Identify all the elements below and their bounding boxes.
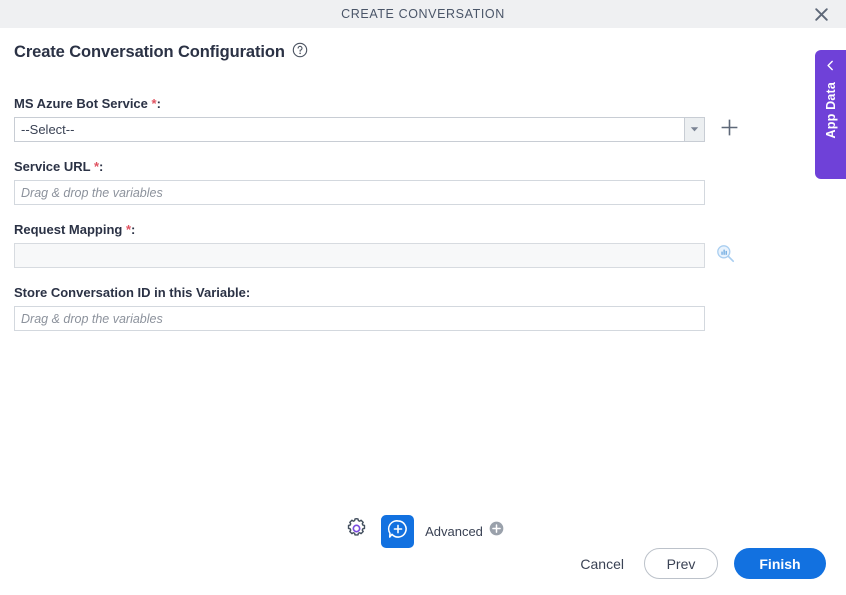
app-data-tab-label: App Data xyxy=(823,82,838,139)
page-title: Create Conversation Configuration xyxy=(14,43,285,61)
field-store-conversation-id: Store Conversation ID in this Variable: xyxy=(14,285,774,331)
label-text: Store Conversation ID in this Variable xyxy=(14,285,246,300)
label-store-conversation-id: Store Conversation ID in this Variable: xyxy=(14,285,774,300)
service-url-input[interactable] xyxy=(14,180,705,205)
label-colon: : xyxy=(245,285,251,300)
row-store-conversation-id xyxy=(14,306,774,331)
chevron-left-icon xyxy=(825,58,836,76)
help-circle-icon[interactable] xyxy=(292,42,308,63)
prev-button[interactable]: Prev xyxy=(644,548,718,579)
label-colon: : xyxy=(99,159,104,174)
close-icon xyxy=(814,7,829,22)
label-request-mapping: Request Mapping *: xyxy=(14,222,774,237)
dialog-footer: Cancel Prev Finish xyxy=(0,532,846,595)
request-mapping-input[interactable] xyxy=(14,243,705,268)
label-text: Request Mapping xyxy=(14,222,123,237)
store-conversation-id-input[interactable] xyxy=(14,306,705,331)
label-text: Service URL xyxy=(14,159,91,174)
plus-icon xyxy=(720,118,739,142)
select-value: --Select-- xyxy=(21,122,75,137)
row-ms-azure-bot-service: --Select-- xyxy=(14,117,774,142)
search-data-icon xyxy=(716,244,735,268)
dialog-titlebar: CREATE CONVERSATION xyxy=(0,0,846,28)
label-colon: : xyxy=(156,96,161,111)
close-button[interactable] xyxy=(804,0,838,28)
row-request-mapping xyxy=(14,243,774,268)
row-service-url xyxy=(14,180,774,205)
finish-button[interactable]: Finish xyxy=(734,548,826,579)
label-ms-azure-bot-service: MS Azure Bot Service *: xyxy=(14,96,774,111)
create-conversation-dialog: CREATE CONVERSATION Create Conversation … xyxy=(0,0,846,595)
ms-azure-bot-service-select[interactable]: --Select-- xyxy=(14,117,705,142)
app-data-panel-tab[interactable]: App Data xyxy=(815,50,846,179)
page-heading-group: Create Conversation Configuration xyxy=(14,42,308,63)
field-service-url: Service URL *: xyxy=(14,159,774,205)
cancel-button[interactable]: Cancel xyxy=(576,550,628,578)
field-request-mapping: Request Mapping *: xyxy=(14,222,774,268)
field-ms-azure-bot-service: MS Azure Bot Service *: --Select-- xyxy=(14,96,774,142)
request-mapping-builder-button[interactable] xyxy=(714,244,736,268)
chevron-down-icon[interactable] xyxy=(684,118,704,141)
label-service-url: Service URL *: xyxy=(14,159,774,174)
configuration-form: MS Azure Bot Service *: --Select-- Servi… xyxy=(14,96,774,331)
label-colon: : xyxy=(131,222,136,237)
dialog-title: CREATE CONVERSATION xyxy=(341,7,505,21)
add-bot-service-button[interactable] xyxy=(714,117,744,142)
label-text: MS Azure Bot Service xyxy=(14,96,148,111)
